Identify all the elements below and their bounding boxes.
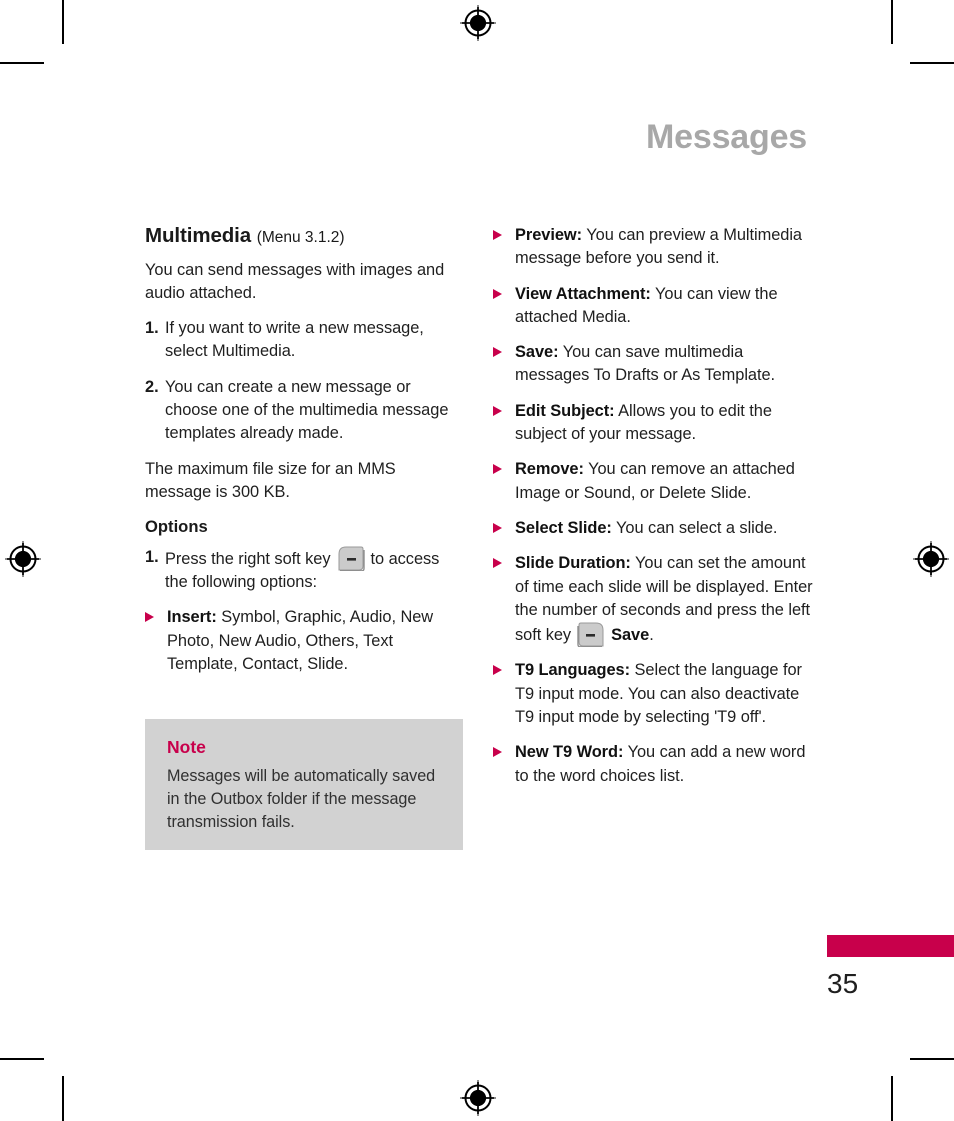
registration-mark-bottom xyxy=(460,1080,496,1116)
crop-mark-top-right-vertical xyxy=(891,0,893,44)
bullet-item-view-attachment: View Attachment: You can view the attach… xyxy=(493,283,818,330)
triangle-bullet-icon xyxy=(493,558,502,569)
bullet-term: T9 Languages: xyxy=(515,661,631,680)
triangle-bullet-icon xyxy=(493,522,502,533)
step-text: If you want to write a new message, sele… xyxy=(165,319,424,361)
bullet-item-save: Save: You can save multimedia messages T… xyxy=(493,341,818,388)
numbered-step: 2. You can create a new message or choos… xyxy=(145,376,465,446)
step-number: 1. xyxy=(145,319,159,338)
crop-mark-bottom-right-horizontal xyxy=(910,1058,954,1060)
triangle-bullet-icon xyxy=(493,405,502,416)
bullet-term: Select Slide: xyxy=(515,518,612,537)
bullet-item-t9-languages: T9 Languages: Select the language for T9… xyxy=(493,659,818,729)
folio-accent-bar xyxy=(827,935,954,957)
bullet-term: View Attachment: xyxy=(515,284,651,303)
bullet-description: You can select a slide. xyxy=(616,518,778,537)
note-title: Note xyxy=(167,737,206,757)
triangle-bullet-icon xyxy=(493,230,502,240)
bullet-term: Edit Subject: xyxy=(515,401,615,420)
bullet-item-slide-duration: Slide Duration: You can set the amount o… xyxy=(493,552,818,648)
page-number: 35 xyxy=(827,968,859,999)
section-title: Multimedia (Menu 3.1.2) xyxy=(145,224,465,248)
step-text: You can create a new message or choose o… xyxy=(165,377,449,443)
step-number: 1. xyxy=(145,547,159,566)
bullet-item-remove: Remove: You can remove an attached Image… xyxy=(493,458,818,505)
options-heading: Options xyxy=(145,517,208,537)
soft-key-label-save: Save xyxy=(611,626,650,645)
bullet-term: New T9 Word: xyxy=(515,743,624,762)
bullet-item-insert: Insert: Symbol, Graphic, Audio, New Phot… xyxy=(145,606,465,676)
bullet-item-preview: Preview: You can preview a Multimedia me… xyxy=(493,224,818,271)
left-soft-key-icon xyxy=(575,622,607,648)
options-step-text-before: Press the right soft key xyxy=(165,549,331,568)
triangle-bullet-icon xyxy=(493,747,502,758)
bullet-item-edit-subject: Edit Subject: Allows you to edit the sub… xyxy=(493,400,818,447)
registration-mark-left xyxy=(5,541,41,577)
note-box: Note Messages will be automatically save… xyxy=(145,719,463,850)
section-menu-reference: (Menu 3.1.2) xyxy=(256,229,345,246)
running-head-title: Messages xyxy=(646,118,807,156)
crop-mark-bottom-right-vertical xyxy=(891,1076,893,1121)
triangle-bullet-icon xyxy=(145,612,154,623)
bullet-description-end: . xyxy=(649,626,654,645)
step-number: 2. xyxy=(145,377,159,396)
manual-page: Messages Multimedia (Menu 3.1.2) You can… xyxy=(0,0,954,1121)
intro-paragraph: You can send messages with images and au… xyxy=(145,260,445,302)
registration-mark-right xyxy=(913,541,949,577)
numbered-step: 1. If you want to write a new message, s… xyxy=(145,317,465,364)
bullet-term: Slide Duration: xyxy=(515,554,631,573)
bullet-term: Insert: xyxy=(167,608,217,627)
bullet-item-new-t9-word: New T9 Word: You can add a new word to t… xyxy=(493,741,818,788)
right-column: Preview: You can preview a Multimedia me… xyxy=(493,224,818,800)
crop-mark-top-left-horizontal xyxy=(0,62,44,64)
triangle-bullet-icon xyxy=(493,288,502,299)
bullet-item-select-slide: Select Slide: You can select a slide. xyxy=(493,517,818,540)
bullet-term: Preview: xyxy=(515,226,583,244)
max-file-size-paragraph: The maximum file size for an MMS message… xyxy=(145,459,396,501)
options-step: 1. Press the right soft key to access th… xyxy=(145,546,465,595)
triangle-bullet-icon xyxy=(493,347,502,358)
left-column: Multimedia (Menu 3.1.2) You can send mes… xyxy=(145,224,465,688)
crop-mark-bottom-left-horizontal xyxy=(0,1058,44,1060)
note-text: Messages will be automatically saved in … xyxy=(167,767,436,831)
section-title-text: Multimedia xyxy=(145,224,252,247)
triangle-bullet-icon xyxy=(493,665,502,676)
triangle-bullet-icon xyxy=(493,464,502,475)
bullet-term: Remove: xyxy=(515,460,584,479)
crop-mark-bottom-left-vertical xyxy=(62,1076,64,1121)
registration-mark-top xyxy=(460,5,496,41)
right-soft-key-icon xyxy=(335,546,367,571)
crop-mark-top-right-horizontal xyxy=(910,62,954,64)
crop-mark-top-left-vertical xyxy=(62,0,64,44)
bullet-term: Save: xyxy=(515,343,559,362)
